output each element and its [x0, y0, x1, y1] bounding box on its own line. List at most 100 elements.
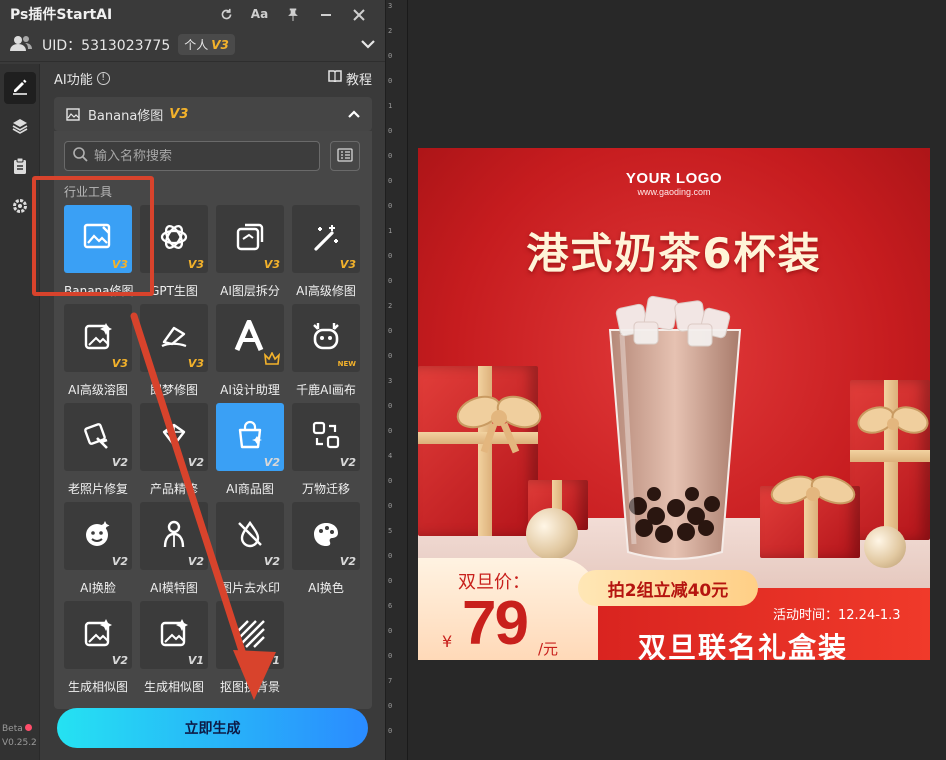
minimize-icon[interactable]: [309, 7, 342, 21]
tool-tile[interactable]: V3 AI图层拆分: [216, 205, 284, 299]
tool-tile[interactable]: V2 AI换脸: [64, 502, 132, 596]
ruler-tick: 3: [388, 377, 393, 385]
chevron-down-icon[interactable]: [361, 37, 375, 53]
tool-label: 生成相似图: [143, 680, 204, 694]
refresh-icon[interactable]: [210, 7, 243, 21]
price-unit: /元: [538, 640, 559, 658]
section-title: AI功能: [54, 72, 93, 88]
cutout-background-icon: [235, 618, 265, 652]
tool-tile[interactable]: V2 生成相似图: [64, 601, 132, 695]
ruler-tick: 0: [388, 627, 393, 635]
price-band: 双旦价： ¥ 79 /元 拍2组立减40元 活动时间：12.24-1.3 双旦联…: [418, 558, 930, 660]
clipboard-icon: [12, 157, 28, 179]
price-value: 79: [462, 589, 529, 658]
ruler-tick: 0: [388, 552, 393, 560]
tool-tile[interactable]: NEW 千鹿AI画布: [292, 304, 360, 398]
tool-tile[interactable]: V3 AI高级修图: [292, 205, 360, 299]
layer-split-icon: [235, 222, 265, 256]
close-icon[interactable]: [342, 7, 375, 21]
tool-tile-icon-box: V3: [64, 205, 132, 273]
gift-bow-right-top: [857, 406, 929, 434]
window-title: Ps插件StartAI: [10, 7, 113, 23]
plan-badge: 个人 V3: [178, 34, 235, 55]
tool-tile[interactable]: V2 万物迁移: [292, 403, 360, 497]
tool-tile[interactable]: V1 生成相似图: [140, 601, 208, 695]
tool-tile[interactable]: V3 即梦修图: [140, 304, 208, 398]
price-box: 双旦价： ¥ 79 /元: [418, 558, 598, 660]
ruler-tick: 0: [388, 427, 393, 435]
tool-tile-icon-box: V3: [140, 304, 208, 372]
similar-image-icon: [159, 618, 189, 652]
titlebar: Ps插件StartAI Aa: [0, 0, 385, 28]
sidebar-item-edit[interactable]: [3, 72, 36, 104]
ruler-tick: 0: [388, 327, 393, 335]
tool-label: 抠图换背景: [219, 680, 280, 694]
tool-tile[interactable]: V3 Banana修图: [64, 205, 134, 299]
tool-label: AI商品图: [226, 482, 274, 496]
promo-pill: 拍2组立减40元: [578, 570, 758, 606]
tool-tile-icon-box: [216, 304, 284, 372]
tool-tile[interactable]: V2 AI模特图: [140, 502, 208, 596]
tool-tile[interactable]: V2 老照片修复: [64, 403, 132, 497]
currency-symbol: ¥: [442, 632, 453, 651]
tool-tile[interactable]: V2 产品精修: [140, 403, 208, 497]
ruler-tick: 5: [388, 527, 393, 535]
tool-tile[interactable]: V3 AI高级溶图: [64, 304, 132, 398]
photo-repair-icon: [83, 420, 113, 454]
tool-tile[interactable]: V2 图片去水印: [216, 502, 284, 596]
ruler-tick: 3: [388, 2, 393, 10]
tool-tile-icon-box: V3: [292, 205, 360, 273]
list-view-toggle[interactable]: [330, 141, 360, 171]
milk-tea-cup: [608, 295, 742, 560]
ai-letter-icon: [233, 319, 267, 356]
face-swap-icon: [83, 519, 113, 553]
tool-label: GPT生图: [150, 284, 198, 298]
tool-label: AI图层拆分: [220, 284, 280, 298]
ruler-tick: 0: [388, 502, 393, 510]
ruler-tick: 6: [388, 602, 393, 610]
generate-button[interactable]: 立即生成: [57, 708, 368, 748]
sidebar-item-settings[interactable]: [4, 192, 36, 224]
tutorial-link[interactable]: 教程: [328, 69, 372, 88]
tool-label: AI高级修图: [296, 284, 356, 298]
tool-version-badge: V3: [111, 357, 128, 370]
tool-label: 万物迁移: [301, 482, 350, 496]
tool-label: 老照片修复: [67, 482, 128, 496]
tool-tile[interactable]: V2 AI商品图: [216, 403, 284, 497]
sidebar-item-layers[interactable]: [4, 112, 36, 144]
tool-tile[interactable]: AI设计助理: [216, 304, 284, 398]
beta-dot: [24, 724, 32, 731]
ruler-tick: 4: [388, 452, 393, 460]
ruler-tick: 0: [388, 127, 393, 135]
pin-icon[interactable]: [276, 7, 309, 21]
tool-version-badge: V3: [339, 258, 356, 271]
info-icon[interactable]: !: [96, 71, 110, 85]
tool-tile[interactable]: V3 GPT生图: [140, 205, 208, 299]
tool-version-badge: V2: [339, 456, 356, 469]
bundle-title: 双旦联名礼盒装: [638, 631, 849, 660]
tool-version-badge: V2: [263, 555, 280, 568]
ruler-tick: 0: [388, 577, 393, 585]
layers-icon: [11, 117, 29, 139]
ruler-tick: 0: [388, 402, 393, 410]
tutorial-label: 教程: [345, 72, 372, 88]
section-header: AI功能 ! 教程: [40, 64, 385, 92]
tool-version-badge: V2: [111, 654, 128, 667]
ruler-tick: 0: [388, 352, 393, 360]
font-size-icon[interactable]: Aa: [243, 7, 276, 21]
tool-tile[interactable]: V2 AI换色: [292, 502, 360, 596]
sidebar-item-clipboard[interactable]: [4, 152, 36, 184]
vertical-ruler: 3 2 0 0 1 0 0 0 0 1 0 0 2 0 0 3 0 0 4 0 0 5 0 0 6 0 0 7 0 0: [386, 0, 408, 760]
ruler-tick: 0: [388, 202, 393, 210]
promo-period: 活动时间：12.24-1.3: [773, 608, 901, 623]
feature-dropdown[interactable]: Banana修图 V3: [54, 97, 372, 131]
tool-tile[interactable]: V1 抠图换背景: [216, 601, 284, 695]
tool-version-badge: V3: [111, 258, 128, 271]
tool-version-badge: V1: [187, 654, 204, 667]
search-input[interactable]: [94, 148, 294, 164]
tool-tile-icon-box: NEW: [292, 304, 360, 372]
tool-version-badge: V3: [263, 258, 280, 271]
chevron-up-icon[interactable]: [348, 107, 360, 122]
tool-tile-icon-box: V2: [216, 403, 284, 471]
tool-version-badge: V2: [339, 555, 356, 568]
